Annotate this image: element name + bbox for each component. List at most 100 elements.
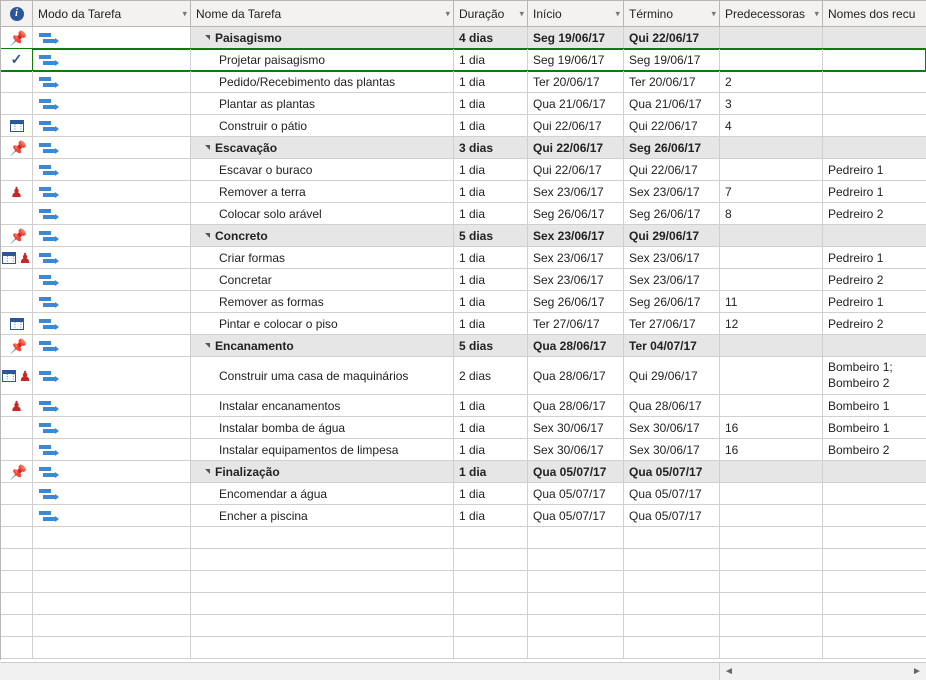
cell-indicator[interactable] bbox=[1, 527, 33, 548]
cell-resources[interactable] bbox=[823, 335, 926, 356]
cell-duration[interactable]: 1 dia bbox=[454, 49, 528, 70]
task-row[interactable]: Concretar1 diaSex 23/06/17Sex 23/06/17Pe… bbox=[1, 269, 926, 291]
empty-row[interactable] bbox=[1, 527, 926, 549]
cell-start[interactable] bbox=[528, 615, 624, 636]
cell-name[interactable]: Projetar paisagismo bbox=[191, 49, 454, 70]
task-row[interactable]: Construir o pátio1 diaQui 22/06/17Qui 22… bbox=[1, 115, 926, 137]
cell-mode[interactable] bbox=[33, 527, 191, 548]
cell-name[interactable]: Encomendar a água bbox=[191, 483, 454, 504]
cell-finish[interactable]: Qui 22/06/17 bbox=[624, 115, 720, 136]
cell-name[interactable]: Criar formas bbox=[191, 247, 454, 268]
cell-resources[interactable] bbox=[823, 593, 926, 614]
cell-indicator[interactable] bbox=[1, 571, 33, 592]
cell-resources[interactable] bbox=[823, 483, 926, 504]
cell-predecessors[interactable]: 7 bbox=[720, 181, 823, 202]
cell-finish[interactable]: Sex 30/06/17 bbox=[624, 439, 720, 460]
cell-start[interactable] bbox=[528, 549, 624, 570]
cell-indicator[interactable] bbox=[1, 417, 33, 438]
cell-start[interactable]: Sex 23/06/17 bbox=[528, 181, 624, 202]
cell-mode[interactable] bbox=[33, 461, 191, 482]
cell-indicator[interactable] bbox=[1, 313, 33, 334]
cell-name[interactable]: Paisagismo bbox=[191, 27, 454, 48]
cell-mode[interactable] bbox=[33, 357, 191, 394]
cell-start[interactable] bbox=[528, 593, 624, 614]
col-header-duration[interactable]: Duração▾ bbox=[454, 1, 528, 26]
cell-finish[interactable]: Qui 29/06/17 bbox=[624, 357, 720, 394]
cell-mode[interactable] bbox=[33, 549, 191, 570]
cell-start[interactable]: Sex 30/06/17 bbox=[528, 417, 624, 438]
cell-mode[interactable] bbox=[33, 637, 191, 658]
cell-start[interactable]: Ter 27/06/17 bbox=[528, 313, 624, 334]
task-row[interactable]: Pintar e colocar o piso1 diaTer 27/06/17… bbox=[1, 313, 926, 335]
cell-indicator[interactable] bbox=[1, 203, 33, 224]
cell-predecessors[interactable] bbox=[720, 461, 823, 482]
cell-finish[interactable]: Qua 05/07/17 bbox=[624, 483, 720, 504]
cell-duration[interactable]: 1 dia bbox=[454, 203, 528, 224]
cell-start[interactable] bbox=[528, 527, 624, 548]
cell-name[interactable] bbox=[191, 615, 454, 636]
cell-mode[interactable] bbox=[33, 247, 191, 268]
cell-start[interactable]: Qua 28/06/17 bbox=[528, 357, 624, 394]
cell-start[interactable]: Qua 21/06/17 bbox=[528, 93, 624, 114]
cell-name[interactable]: Encanamento bbox=[191, 335, 454, 356]
cell-indicator[interactable]: 📌 bbox=[1, 461, 33, 482]
cell-predecessors[interactable] bbox=[720, 159, 823, 180]
cell-finish[interactable] bbox=[624, 637, 720, 658]
cell-resources[interactable] bbox=[823, 615, 926, 636]
task-row[interactable]: Colocar solo arável1 diaSeg 26/06/17Seg … bbox=[1, 203, 926, 225]
cell-finish[interactable]: Ter 27/06/17 bbox=[624, 313, 720, 334]
cell-duration[interactable]: 1 dia bbox=[454, 181, 528, 202]
cell-indicator[interactable]: ♟ bbox=[1, 395, 33, 416]
cell-indicator[interactable]: ♟ bbox=[1, 247, 33, 268]
cell-start[interactable]: Ter 20/06/17 bbox=[528, 71, 624, 92]
cell-name[interactable]: Pintar e colocar o piso bbox=[191, 313, 454, 334]
cell-mode[interactable] bbox=[33, 395, 191, 416]
cell-predecessors[interactable] bbox=[720, 137, 823, 158]
cell-duration[interactable]: 1 dia bbox=[454, 313, 528, 334]
cell-resources[interactable] bbox=[823, 527, 926, 548]
cell-duration[interactable]: 5 dias bbox=[454, 335, 528, 356]
cell-name[interactable] bbox=[191, 637, 454, 658]
cell-name[interactable]: Escavação bbox=[191, 137, 454, 158]
cell-resources[interactable] bbox=[823, 637, 926, 658]
cell-resources[interactable] bbox=[823, 137, 926, 158]
cell-name[interactable]: Instalar bomba de água bbox=[191, 417, 454, 438]
cell-duration[interactable] bbox=[454, 637, 528, 658]
cell-duration[interactable]: 1 dia bbox=[454, 247, 528, 268]
cell-finish[interactable]: Seg 26/06/17 bbox=[624, 137, 720, 158]
cell-predecessors[interactable]: 11 bbox=[720, 291, 823, 312]
col-header-indicator[interactable]: i bbox=[1, 1, 33, 26]
collapse-triangle-icon[interactable] bbox=[205, 35, 210, 40]
cell-start[interactable]: Seg 19/06/17 bbox=[528, 49, 624, 70]
cell-indicator[interactable]: 📌 bbox=[1, 27, 33, 48]
scroll-left-arrow-icon[interactable]: ◄ bbox=[720, 664, 738, 680]
cell-indicator[interactable] bbox=[1, 637, 33, 658]
col-header-predecessors[interactable]: Predecessoras▾ bbox=[720, 1, 823, 26]
cell-start[interactable] bbox=[528, 571, 624, 592]
task-row[interactable]: 📌Paisagismo4 diasSeg 19/06/17Qui 22/06/1… bbox=[1, 27, 926, 49]
cell-duration[interactable]: 1 dia bbox=[454, 483, 528, 504]
cell-finish[interactable]: Seg 19/06/17 bbox=[624, 49, 720, 70]
cell-predecessors[interactable] bbox=[720, 593, 823, 614]
col-header-start[interactable]: Início▾ bbox=[528, 1, 624, 26]
cell-finish[interactable]: Qua 21/06/17 bbox=[624, 93, 720, 114]
cell-finish[interactable]: Sex 23/06/17 bbox=[624, 247, 720, 268]
cell-duration[interactable]: 5 dias bbox=[454, 225, 528, 246]
cell-start[interactable]: Seg 26/06/17 bbox=[528, 291, 624, 312]
collapse-triangle-icon[interactable] bbox=[205, 469, 210, 474]
cell-predecessors[interactable]: 2 bbox=[720, 71, 823, 92]
cell-resources[interactable] bbox=[823, 461, 926, 482]
task-row[interactable]: Remover as formas1 diaSeg 26/06/17Seg 26… bbox=[1, 291, 926, 313]
cell-duration[interactable] bbox=[454, 615, 528, 636]
cell-predecessors[interactable]: 4 bbox=[720, 115, 823, 136]
cell-duration[interactable]: 3 dias bbox=[454, 137, 528, 158]
cell-duration[interactable]: 2 dias bbox=[454, 357, 528, 394]
cell-finish[interactable] bbox=[624, 571, 720, 592]
cell-predecessors[interactable]: 3 bbox=[720, 93, 823, 114]
cell-indicator[interactable] bbox=[1, 549, 33, 570]
cell-finish[interactable] bbox=[624, 527, 720, 548]
cell-indicator[interactable] bbox=[1, 615, 33, 636]
cell-duration[interactable] bbox=[454, 571, 528, 592]
cell-start[interactable]: Qua 28/06/17 bbox=[528, 335, 624, 356]
cell-name[interactable]: Construir o pátio bbox=[191, 115, 454, 136]
